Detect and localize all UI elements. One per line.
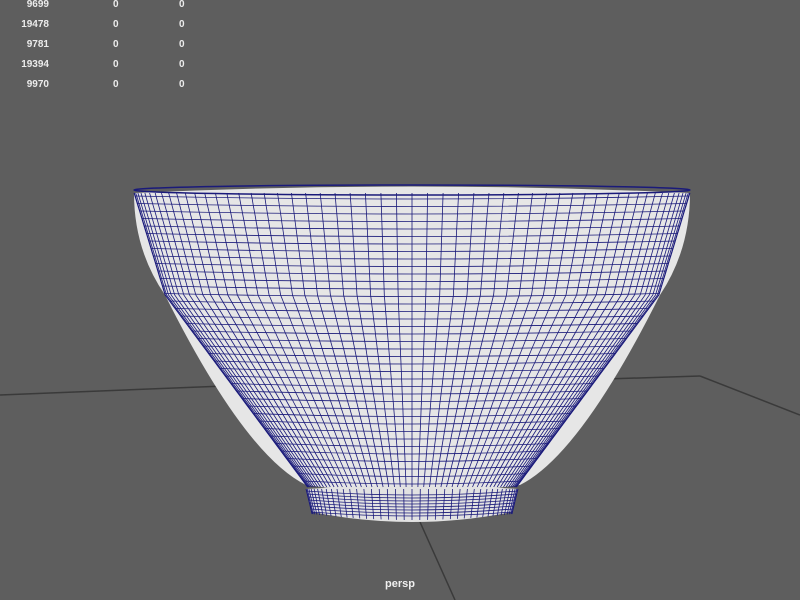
hud-row: 9970 0 0 [0,79,200,100]
hud-value: 0 [113,79,119,90]
poly-count-hud: 9699 0 0 19478 0 0 9781 0 0 19394 0 0 9970 0 0 [0,0,200,100]
hud-value: 0 [179,59,185,70]
hud-value: 0 [113,39,119,50]
hud-value: 19478 [21,19,49,30]
camera-name-label: persp [385,578,415,590]
hud-value: 19394 [21,59,49,70]
hud-value: 0 [179,39,185,50]
bowl-mesh[interactable] [133,184,691,522]
hud-value: 9970 [26,79,49,90]
hud-value: 9699 [26,0,49,10]
hud-value: 0 [113,19,119,30]
hud-value: 0 [179,79,185,90]
hud-value: 0 [113,0,119,10]
hud-value: 0 [113,59,119,70]
hud-value: 9781 [26,39,49,50]
hud-value: 0 [179,0,185,10]
hud-value: 0 [179,19,185,30]
